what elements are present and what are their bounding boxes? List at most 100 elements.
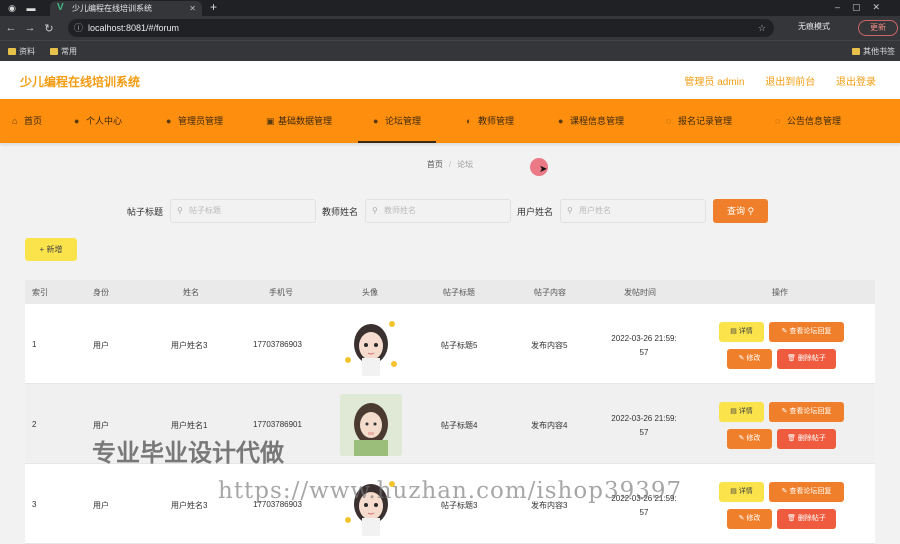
cell-title: 帖子标题5: [441, 341, 478, 350]
folder-icon: [8, 48, 16, 55]
url-input[interactable]: ⓘ localhost:8081/#/forum ☆: [68, 19, 774, 37]
data-icon: ▣: [266, 116, 275, 126]
browser-tab-strip: ◉ ▬ V 少儿编程在线培训系统 ✕ + –▢✕: [0, 0, 900, 16]
cell-phone: 17703786903: [253, 340, 302, 349]
menu-item-basic-data[interactable]: ▣ 基础数据管理: [266, 99, 332, 143]
back-icon[interactable]: ←: [3, 22, 19, 34]
menu-item-enrollment[interactable]: ◌ 报名记录管理: [666, 99, 732, 143]
forum-table: 索引 身份 姓名 手机号 头像 帖子标题 帖子内容 发帖时间 操作 1 用户 用…: [25, 280, 875, 544]
record-icon: ◌: [666, 116, 672, 126]
col-content: 帖子内容: [534, 288, 566, 297]
delete-button[interactable]: 🗑 删除帖子: [777, 349, 836, 369]
app-title: 少儿编程在线培训系统: [20, 75, 141, 89]
new-tab-icon[interactable]: +: [210, 0, 217, 15]
edit-button[interactable]: ✎ 修改: [727, 509, 772, 529]
cell-role: 用户: [93, 501, 109, 510]
cell-time: 2022-03-26 21:59: 57: [611, 414, 677, 437]
menu-item-admin[interactable]: ● 管理员管理: [166, 99, 223, 143]
cell-name: 用户姓名3: [171, 501, 208, 510]
browser-tab[interactable]: V 少儿编程在线培训系统 ✕: [50, 1, 202, 16]
menu-item-course[interactable]: ● 课程信息管理: [558, 99, 624, 143]
site-info-icon[interactable]: ⓘ: [74, 19, 83, 37]
folder-icon: [852, 48, 860, 55]
menu-item-teacher[interactable]: ◐ 教师管理: [466, 99, 514, 143]
menu-item-forum[interactable]: ● 论坛管理: [358, 99, 437, 143]
address-bar-row: ← → ↻ ⓘ localhost:8081/#/forum ☆ 无痕模式 更新: [0, 16, 900, 40]
cell-role: 用户: [93, 341, 109, 350]
edit-button[interactable]: ✎ 修改: [727, 429, 772, 449]
col-avatar: 头像: [362, 288, 378, 297]
col-name: 姓名: [183, 288, 199, 297]
search-icon: ⚲: [372, 206, 378, 215]
bookmark-folder-other[interactable]: 其他书签: [852, 46, 895, 57]
search-input-title[interactable]: ⚲ 帖子标题: [170, 199, 316, 223]
back-to-front-link[interactable]: 退出到前台: [765, 77, 815, 88]
search-label-user: 用户姓名: [517, 207, 554, 217]
edit-button[interactable]: ✎ 修改: [727, 349, 772, 369]
delete-button[interactable]: 🗑 删除帖子: [777, 509, 836, 529]
detail-button[interactable]: ▤ 详情: [719, 402, 764, 422]
search-input-teacher[interactable]: ⚲ 教师姓名: [365, 199, 511, 223]
delete-button[interactable]: 🗑 删除帖子: [777, 429, 836, 449]
avatar-image: [340, 314, 402, 376]
cell-phone: 17703786901: [253, 420, 302, 429]
forward-icon[interactable]: →: [22, 22, 38, 34]
notice-icon: ◌: [775, 116, 781, 126]
header-links: 管理员 admin 退出到前台 退出登录: [666, 73, 876, 88]
view-reply-button[interactable]: ✎ 查看论坛回复: [769, 402, 844, 422]
watermark-text: 专业毕业设计代做: [92, 440, 284, 467]
app-header: 少儿编程在线培训系统 管理员 admin 退出到前台 退出登录: [0, 61, 900, 99]
bookmarks-bar: 资料 常用 其他书签: [0, 40, 900, 61]
col-time: 发帖时间: [624, 288, 656, 297]
cell-index: 1: [32, 340, 37, 349]
logout-link[interactable]: 退出登录: [836, 77, 876, 88]
cell-index: 3: [32, 500, 37, 509]
add-button[interactable]: + 新增: [25, 238, 77, 261]
avatar-image: [340, 394, 402, 456]
table-row: 1 用户 用户姓名3 17703786903 帖子标题5 发布内容5 2022-…: [25, 304, 875, 384]
bookmark-folder-ziliao[interactable]: 资料: [8, 46, 35, 57]
cell-name: 用户姓名1: [171, 421, 208, 430]
url-text: localhost:8081/#/forum: [88, 23, 180, 33]
search-icon: ⚲: [747, 206, 755, 216]
window-controls[interactable]: –▢✕: [835, 0, 892, 15]
detail-button[interactable]: ▤ 详情: [719, 482, 764, 502]
search-icon: ⚲: [567, 206, 573, 215]
col-phone: 手机号: [269, 288, 293, 297]
menu-item-home[interactable]: ⌂ 首页: [12, 99, 42, 143]
search-icon: ⚲: [177, 206, 183, 215]
view-reply-button[interactable]: ✎ 查看论坛回复: [769, 322, 844, 342]
cell-role: 用户: [93, 421, 109, 430]
course-icon: ●: [558, 116, 564, 126]
query-button[interactable]: 查询 ⚲: [713, 199, 768, 223]
chrome-menu-icon[interactable]: ◉: [5, 1, 19, 15]
search-bar: 帖子标题 ⚲ 帖子标题 教师姓名 ⚲ 教师姓名 用户姓名 ⚲ 用户姓名 查询 ⚲: [12, 199, 888, 223]
tab-title: 少儿编程在线培训系统: [72, 4, 152, 13]
menu-item-notice[interactable]: ◌ 公告信息管理: [775, 99, 841, 143]
folder-icon: [50, 48, 58, 55]
close-tab-icon[interactable]: ✕: [189, 1, 196, 16]
search-label-teacher: 教师姓名: [322, 207, 359, 217]
watermark-url: https://www.huzhan.com/ishop39397: [218, 478, 683, 504]
cell-title: 帖子标题4: [441, 421, 478, 430]
cell-index: 2: [32, 420, 37, 429]
menu-item-profile[interactable]: ● 个人中心: [74, 99, 122, 143]
search-input-user[interactable]: ⚲ 用户姓名: [560, 199, 706, 223]
cell-content: 发布内容5: [531, 341, 568, 350]
main-menu: ⌂ 首页 ● 个人中心 ● 管理员管理 ▣ 基础数据管理 ● 论坛管理 ◐ 教师管理 ● 课程…: [0, 99, 900, 143]
tab-list-icon[interactable]: ▬: [24, 1, 38, 15]
view-reply-button[interactable]: ✎ 查看论坛回复: [769, 482, 844, 502]
table-row: 3 用户 用户姓名3 17703786903 帖子标题3 发布内容3 2022-…: [25, 464, 875, 544]
table-header: 索引 身份 姓名 手机号 头像 帖子标题 帖子内容 发帖时间 操作: [25, 280, 875, 304]
teacher-icon: ◐: [466, 116, 472, 126]
admin-user-link[interactable]: 管理员 admin: [684, 77, 744, 88]
col-index: 索引: [32, 288, 48, 297]
cell-name: 用户姓名3: [171, 341, 208, 350]
bookmark-folder-changyong[interactable]: 常用: [50, 46, 77, 57]
detail-button[interactable]: ▤ 详情: [719, 322, 764, 342]
bookmark-star-icon[interactable]: ☆: [758, 19, 766, 37]
reload-icon[interactable]: ↻: [41, 22, 57, 35]
forum-icon: ●: [373, 116, 379, 126]
col-role: 身份: [93, 288, 109, 297]
update-button[interactable]: 更新: [858, 20, 898, 36]
